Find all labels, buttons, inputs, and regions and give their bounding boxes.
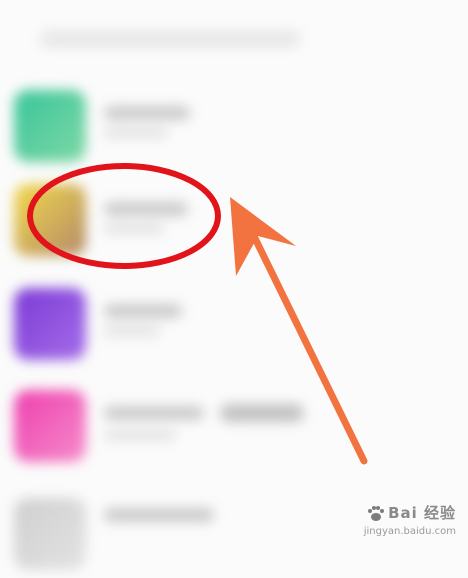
paw-icon [368,506,384,521]
baidu-jingyan-watermark: Bai 经验 jingyan.baidu.com [336,502,456,546]
pointer-arrow [230,197,368,465]
watermark-brand: Bai 经验 [388,504,456,522]
watermark-url: jingyan.baidu.com [363,526,456,537]
highlight-circle [27,163,221,269]
screenshot: Bai 经验 jingyan.baidu.com [0,0,468,570]
annotation-overlay [27,163,368,465]
